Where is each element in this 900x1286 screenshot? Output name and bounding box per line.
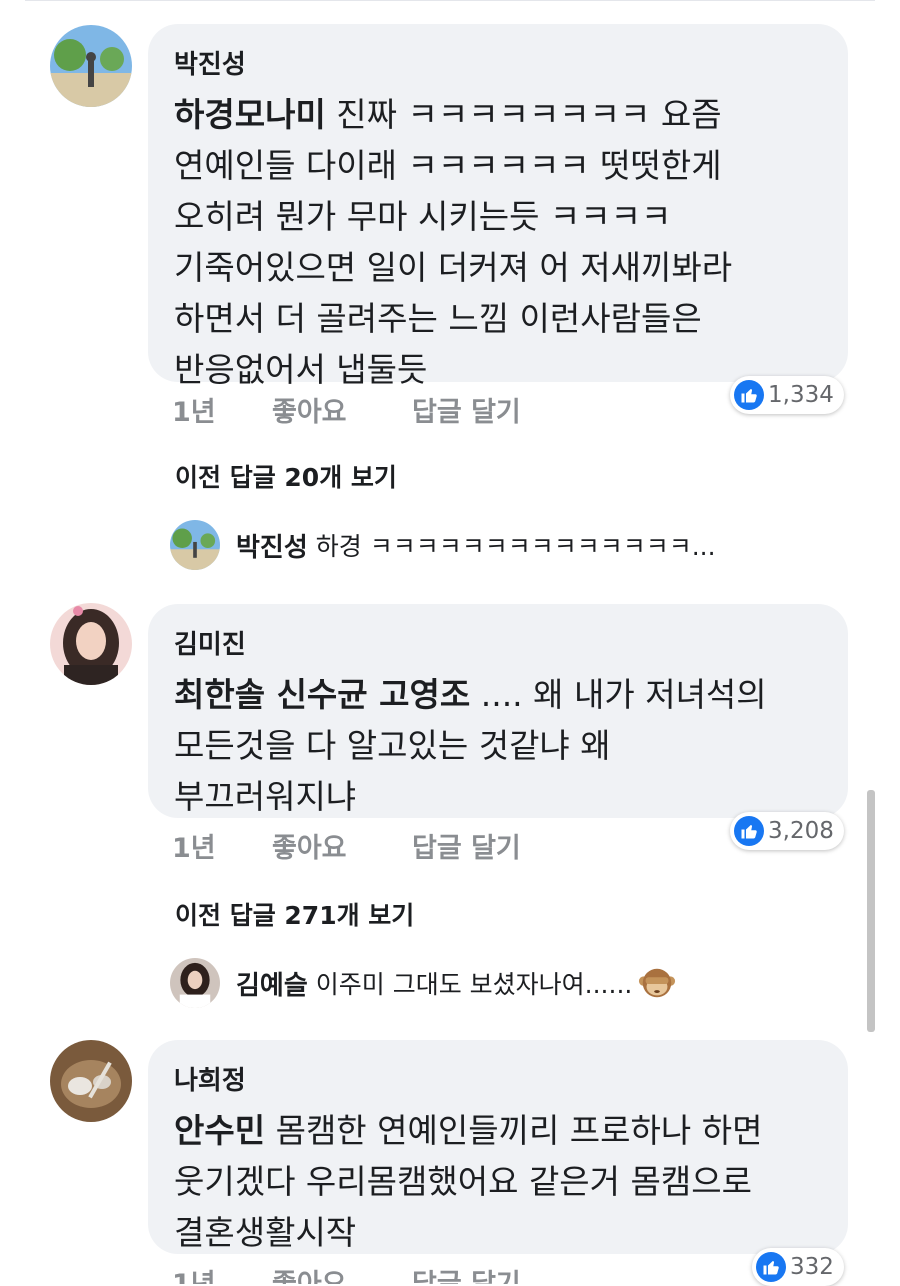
like-count-badge[interactable]: 332	[752, 1248, 844, 1286]
scrollbar[interactable]	[867, 790, 875, 1032]
top-divider	[25, 0, 875, 1]
like-button[interactable]: 좋아요	[272, 826, 347, 865]
comment-time[interactable]: 1년	[172, 826, 216, 865]
thumbs-up-icon	[734, 380, 764, 410]
reply-text: 하경 ㅋㅋㅋㅋㅋㅋㅋㅋㅋㅋㅋㅋㅋㅋ...	[315, 532, 716, 561]
comment-actions: 1년 좋아요 답글 달기	[172, 390, 572, 430]
view-previous-replies[interactable]: 이전 답글 20개 보기	[175, 458, 397, 494]
comment-author[interactable]: 김미진	[174, 624, 822, 661]
see-no-evil-monkey-icon	[638, 964, 676, 1002]
like-button[interactable]: 좋아요	[272, 1262, 347, 1284]
like-count: 332	[790, 1254, 834, 1280]
like-count: 3,208	[768, 818, 834, 844]
avatar[interactable]	[170, 520, 220, 570]
comment-bubble: 박진성 하경모나미 진짜 ㅋㅋㅋㅋㅋㅋㅋㅋ 요즘 연예인들 다이래 ㅋㅋㅋㅋㅋㅋ…	[148, 24, 848, 389]
mention-tag[interactable]: 안수민	[174, 1111, 265, 1150]
comment-time[interactable]: 1년	[172, 1262, 216, 1284]
thumbs-up-icon	[734, 816, 764, 846]
comment-bubble: 나희정 안수민 몸캠한 연예인들끼리 프로하나 하면 웃기겠다 우리몸캠했어요 …	[148, 1040, 848, 1254]
mention-tag[interactable]: 최한솔 신수균 고영조	[174, 675, 470, 714]
like-button[interactable]: 좋아요	[272, 390, 347, 429]
comment-bubble: 김미진 최한솔 신수균 고영조 .... 왜 내가 저녀석의 모든것을 다 알고…	[148, 604, 848, 818]
like-count-badge[interactable]: 1,334	[730, 376, 844, 414]
reply-preview[interactable]: 김예슬 이주미 그대도 보셨자나여......	[170, 958, 676, 1008]
comment-author[interactable]: 나희정	[174, 1060, 822, 1097]
comment-text: 하경모나미 진짜 ㅋㅋㅋㅋㅋㅋㅋㅋ 요즘 연예인들 다이래 ㅋㅋㅋㅋㅋㅋ 떳떳한…	[174, 95, 733, 389]
reply-button[interactable]: 답글 달기	[412, 1262, 521, 1284]
like-count: 1,334	[768, 382, 834, 408]
comment-actions: 1년 좋아요 답글 달기	[172, 826, 572, 866]
like-count-badge[interactable]: 3,208	[730, 812, 844, 850]
comment-text: 안수민 몸캠한 연예인들끼리 프로하나 하면 웃기겠다 우리몸캠했어요 같은거 …	[174, 1111, 763, 1252]
comment-time[interactable]: 1년	[172, 390, 216, 429]
comment-author[interactable]: 박진성	[174, 44, 822, 81]
thumbs-up-icon	[756, 1252, 786, 1282]
avatar[interactable]	[50, 603, 132, 685]
reply-preview[interactable]: 박진성 하경 ㅋㅋㅋㅋㅋㅋㅋㅋㅋㅋㅋㅋㅋㅋ...	[170, 520, 716, 570]
avatar[interactable]	[170, 958, 220, 1008]
view-previous-replies[interactable]: 이전 답글 271개 보기	[175, 896, 414, 932]
reply-author[interactable]: 박진성	[236, 527, 308, 564]
comment-actions: 1년 좋아요 답글 달기	[172, 1262, 572, 1284]
avatar[interactable]	[50, 1040, 132, 1122]
avatar[interactable]	[50, 25, 132, 107]
reply-button[interactable]: 답글 달기	[412, 390, 521, 429]
reply-text: 이주미 그대도 보셨자나여......	[315, 970, 633, 999]
comment-text: 최한솔 신수균 고영조 .... 왜 내가 저녀석의 모든것을 다 알고있는 것…	[174, 675, 767, 816]
reply-author[interactable]: 김예슬	[236, 965, 308, 1002]
mention-tag[interactable]: 하경모나미	[174, 95, 326, 134]
reply-button[interactable]: 답글 달기	[412, 826, 521, 865]
